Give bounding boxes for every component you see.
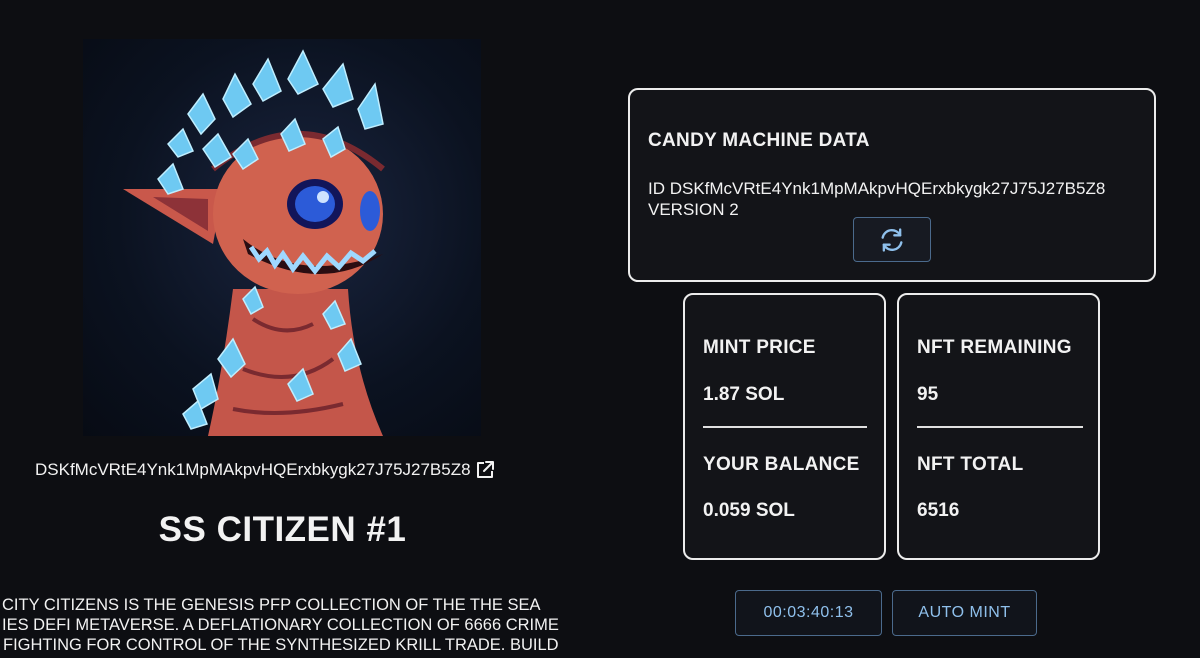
auto-mint-label: AUTO MINT: [918, 604, 1011, 621]
refresh-icon: [881, 227, 903, 252]
nft-description: CITY CITIZENS IS THE GENESIS PFP COLLECT…: [0, 595, 590, 655]
mint-address-text[interactable]: DSKfMcVRtE4Ynk1MpMAkpvHQErxbkygk27J75J27…: [35, 460, 471, 480]
description-line: FIGHTING FOR CONTROL OF THE SYNTHESIZED …: [3, 636, 559, 654]
external-link-icon[interactable]: [475, 460, 495, 480]
nft-total-value: 6516: [917, 500, 960, 521]
price-balance-card: MINT PRICE 1.87 SOL YOUR BALANCE 0.059 S…: [683, 293, 886, 560]
stats-divider: [917, 426, 1083, 428]
countdown-timer-button[interactable]: 00:03:40:13: [735, 590, 882, 636]
candy-machine-heading: CANDY MACHINE DATA: [648, 130, 870, 151]
description-line: CITY CITIZENS IS THE GENESIS PFP COLLECT…: [2, 596, 541, 614]
nft-supply-card: NFT REMAINING 95 NFT TOTAL 6516: [897, 293, 1100, 560]
nft-remaining-value: 95: [917, 384, 939, 405]
candy-machine-id: ID DSKfMcVRtE4Ynk1MpMAkpvHQErxbkygk27J75…: [648, 179, 1106, 198]
your-balance-value: 0.059 SOL: [703, 500, 795, 521]
your-balance-label: YOUR BALANCE: [703, 454, 860, 475]
auto-mint-button[interactable]: AUTO MINT: [892, 590, 1037, 636]
mint-price-label: MINT PRICE: [703, 337, 816, 358]
mint-address-link[interactable]: DSKfMcVRtE4Ynk1MpMAkpvHQErxbkygk27J75J27…: [35, 460, 495, 480]
nft-image: [83, 39, 481, 436]
candy-machine-version: VERSION 2: [648, 200, 739, 219]
nft-title: SS CITIZEN #1: [158, 510, 407, 549]
nft-remaining-label: NFT REMAINING: [917, 337, 1072, 358]
crystal-creature-image: [123, 49, 385, 436]
description-line: IES DEFI METAVERSE. A DEFLATIONARY COLLE…: [2, 616, 559, 634]
refresh-button[interactable]: [853, 217, 931, 262]
mint-price-value: 1.87 SOL: [703, 384, 785, 405]
countdown-timer-text: 00:03:40:13: [763, 604, 854, 621]
nft-total-label: NFT TOTAL: [917, 454, 1024, 475]
stats-divider: [703, 426, 867, 428]
